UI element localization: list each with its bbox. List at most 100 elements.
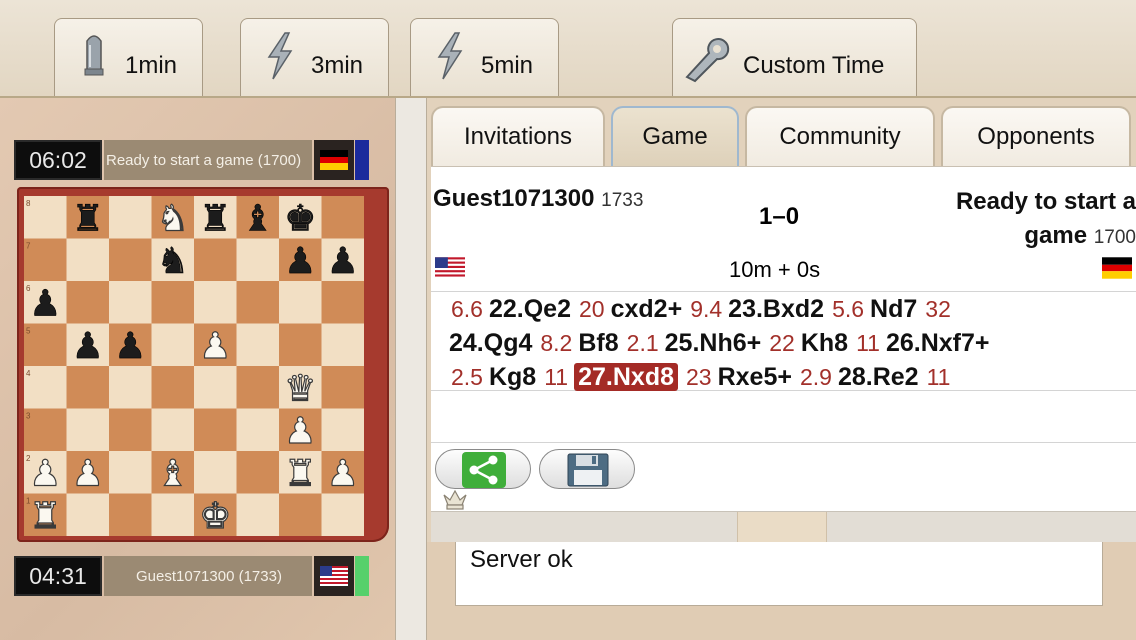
save-button[interactable] [539, 449, 635, 489]
board-square-c4[interactable] [109, 366, 152, 409]
board-square-d6[interactable] [151, 281, 195, 324]
move-line: 2.5 Kg8 11 27.Nxd8 23 Rxe5+ 2.9 28.Re2 11 [449, 360, 1136, 394]
white-bishop-d2[interactable]: ♝ [156, 453, 189, 495]
share-icon [462, 452, 506, 488]
move[interactable]: 23.Bxd2 [728, 295, 824, 323]
board-square-e3[interactable] [194, 408, 237, 452]
current-move[interactable]: 27.Nxd8 [574, 363, 678, 391]
tab-community[interactable]: Community [745, 106, 935, 166]
black-pawn-h7[interactable]: ♟ [326, 240, 359, 282]
horizontal-scrollbar[interactable] [431, 511, 1136, 544]
board-square-h3[interactable] [321, 408, 365, 452]
black-rook-b8[interactable]: ♜ [71, 198, 104, 240]
board-square-c8[interactable] [109, 196, 152, 239]
black-king-g8[interactable]: ♚ [284, 198, 317, 240]
black-player-rating: 1700 [1093, 227, 1136, 248]
move[interactable]: 22.Qe2 [489, 295, 571, 323]
move[interactable]: Kg8 [489, 363, 536, 391]
time-control-label: 10m + 0s [729, 257, 821, 282]
board-square-e4[interactable] [194, 366, 237, 409]
move[interactable]: 25.Nh6+ [665, 329, 762, 357]
board-square-d5[interactable] [151, 323, 195, 367]
board-square-h6[interactable] [321, 281, 365, 324]
move[interactable]: Bf8 [578, 329, 618, 357]
panel-splitter[interactable] [395, 98, 427, 640]
custom-time-button[interactable]: Custom Time [672, 18, 917, 96]
queen-icon [443, 489, 467, 510]
white-player-rating: 1733 [601, 190, 644, 211]
board-square-h5[interactable] [321, 323, 365, 367]
bullet-icon [84, 35, 104, 76]
move[interactable]: 24.Qg4 [449, 329, 532, 357]
board-square-e6[interactable] [194, 281, 237, 324]
board-square-d4[interactable] [151, 366, 195, 409]
black-pawn-b5[interactable]: ♟ [71, 325, 104, 367]
board-square-f1[interactable] [236, 493, 280, 537]
move[interactable]: Nd7 [870, 295, 917, 323]
move-time: 5.6 [832, 296, 865, 322]
board-square-c3[interactable] [109, 408, 152, 452]
1min-button[interactable]: 1min [54, 18, 203, 96]
white-pawn-b2[interactable]: ♟ [71, 453, 104, 495]
board-square-c1[interactable] [109, 493, 152, 537]
board-square-f3[interactable] [236, 408, 280, 452]
3min-button[interactable]: 3min [240, 18, 389, 96]
white-knight-d8[interactable]: ♞ [156, 198, 189, 240]
board-square-h4[interactable] [321, 366, 365, 409]
chess-board[interactable]: 87654321♜ ♞ ♜ ♝ ♚♞ ♟ ♟♟♟ ♟ ♟♛♟♟ ♟ ♝ ♜ ♟♜ ♚ [24, 196, 366, 538]
white-pawn-h2[interactable]: ♟ [326, 453, 359, 495]
game-panel: Guest1071300 1733 1–0 Ready to start a g… [431, 166, 1136, 544]
move-time: 23 [686, 364, 712, 390]
board-square-e2[interactable] [194, 451, 237, 494]
move[interactable]: Kh8 [801, 329, 848, 357]
black-pawn-c5[interactable]: ♟ [114, 325, 147, 367]
move[interactable]: 26.Nxf7+ [886, 329, 990, 357]
board-square-d1[interactable] [151, 493, 195, 537]
board-square-c6[interactable] [109, 281, 152, 324]
board-square-c2[interactable] [109, 451, 152, 494]
white-rook-g2[interactable]: ♜ [284, 453, 317, 495]
scrollbar-thumb[interactable] [737, 512, 827, 544]
white-pawn-g3[interactable]: ♟ [284, 410, 317, 452]
rank-label: 7 [26, 242, 31, 251]
board-square-d3[interactable] [151, 408, 195, 452]
board-square-h1[interactable] [321, 493, 365, 537]
white-rook-a1[interactable]: ♜ [29, 495, 62, 537]
black-knight-d7[interactable]: ♞ [156, 240, 189, 282]
white-pawn-a2[interactable]: ♟ [29, 453, 62, 495]
board-square-f6[interactable] [236, 281, 280, 324]
white-pawn-e5[interactable]: ♟ [199, 325, 232, 367]
board-square-b7[interactable] [66, 238, 110, 282]
board-square-f4[interactable] [236, 366, 280, 409]
board-square-g5[interactable] [279, 323, 322, 367]
white-queen-g4[interactable]: ♛ [284, 368, 317, 410]
5min-button[interactable]: 5min [410, 18, 559, 96]
board-square-f2[interactable] [236, 451, 280, 494]
move[interactable]: Rxe5+ [718, 363, 792, 391]
board-square-g6[interactable] [279, 281, 322, 324]
board-square-b1[interactable] [66, 493, 110, 537]
board-square-e7[interactable] [194, 238, 237, 282]
move[interactable]: cxd2+ [611, 295, 683, 323]
board-square-b3[interactable] [66, 408, 110, 452]
tab-game[interactable]: Game [611, 106, 739, 166]
move-list[interactable]: 6.6 22.Qe2 20 cxd2+ 9.4 23.Bxd2 5.6 Nd7 32 24.Qg4… [431, 291, 1136, 391]
board-square-f7[interactable] [236, 238, 280, 282]
move[interactable]: 28.Re2 [838, 363, 919, 391]
board-square-b6[interactable] [66, 281, 110, 324]
tab-opponents[interactable]: Opponents [941, 106, 1131, 166]
black-rook-e8[interactable]: ♜ [199, 198, 232, 240]
black-bishop-f8[interactable]: ♝ [241, 198, 274, 240]
black-pawn-a6[interactable]: ♟ [29, 283, 62, 325]
usa-flag-icon [314, 556, 354, 596]
board-square-h8[interactable] [321, 196, 365, 239]
share-button[interactable] [435, 449, 531, 489]
board-square-f5[interactable] [236, 323, 280, 367]
black-pawn-g7[interactable]: ♟ [284, 240, 317, 282]
board-square-c7[interactable] [109, 238, 152, 282]
tab-invitations[interactable]: Invitations [431, 106, 605, 166]
white-king-e1[interactable]: ♚ [199, 495, 232, 537]
white-player-name: Guest1071300 [433, 185, 595, 212]
board-square-g1[interactable] [279, 493, 322, 537]
board-square-b4[interactable] [66, 366, 110, 409]
